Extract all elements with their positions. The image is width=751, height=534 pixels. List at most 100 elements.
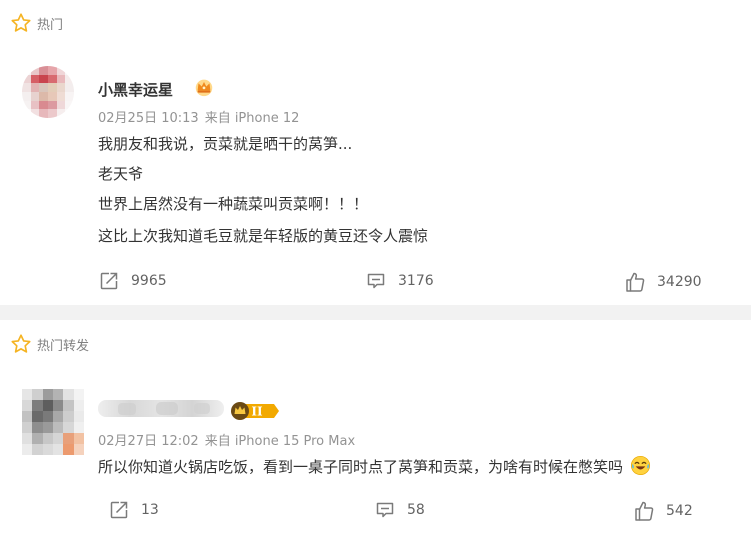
mosaic-tile bbox=[32, 422, 43, 433]
mosaic-tile bbox=[32, 389, 43, 400]
mosaic-tile bbox=[52, 433, 64, 444]
star-icon bbox=[11, 13, 31, 32]
mosaic-tile bbox=[56, 74, 66, 84]
comment-text-line-1: 我朋友和我说，贡菜就是晒干的莴笋... bbox=[98, 135, 353, 153]
repost-count: 9965 bbox=[131, 273, 167, 289]
comment-text: 所以你知道火锅店吃饭，看到一桌子同时点了莴笋和贡菜，为啥有时候在憋笑吗 bbox=[98, 455, 651, 477]
mosaic-tile bbox=[52, 411, 64, 422]
mosaic-tile bbox=[32, 444, 43, 455]
mosaic-tile bbox=[30, 100, 40, 110]
mosaic-tile bbox=[22, 444, 33, 455]
mosaic-tile bbox=[22, 92, 31, 101]
mosaic-tile bbox=[56, 100, 66, 110]
comment-meta: 02月27日 12:02 来自 iPhone 15 Pro Max bbox=[98, 430, 355, 449]
mosaic-tile bbox=[56, 83, 66, 92]
mosaic-tile bbox=[30, 66, 40, 75]
username-redacted[interactable] bbox=[98, 397, 224, 419]
star-icon bbox=[11, 334, 31, 353]
like-icon bbox=[626, 272, 645, 292]
mosaic-tile bbox=[22, 422, 33, 433]
mosaic-tile bbox=[22, 389, 33, 400]
section-header-hot-repost: 热门转发 bbox=[10, 333, 89, 355]
mosaic-tile bbox=[63, 433, 74, 444]
comment-source: 来自 iPhone 15 Pro Max bbox=[204, 434, 356, 449]
avatar[interactable] bbox=[22, 389, 84, 455]
mosaic-tile bbox=[39, 83, 48, 92]
mosaic-tile bbox=[65, 109, 74, 118]
mosaic-tile bbox=[22, 74, 31, 84]
mosaic-tile bbox=[42, 433, 53, 444]
mosaic-tile bbox=[65, 83, 74, 92]
mosaic-tile bbox=[22, 411, 33, 422]
comment-text-line-4: 这比上次我知道毛豆就是年轻版的黄豆还令人震惊 bbox=[98, 227, 429, 245]
comment-button[interactable]: 58 bbox=[375, 500, 425, 520]
mosaic-tile bbox=[63, 422, 74, 433]
mosaic-tile bbox=[48, 100, 57, 110]
mosaic-tile bbox=[65, 100, 74, 110]
comment-count: 3176 bbox=[398, 273, 434, 289]
repost-button[interactable]: 9965 bbox=[99, 271, 167, 291]
mosaic-tile bbox=[48, 74, 57, 84]
mosaic-tile bbox=[30, 74, 40, 84]
username[interactable]: 小黑幸运星 bbox=[98, 79, 173, 100]
comment-date[interactable]: 02月27日 12:02 bbox=[98, 434, 199, 449]
mosaic-tile bbox=[63, 411, 74, 422]
crown-badge-icon bbox=[195, 79, 213, 97]
mosaic-tile bbox=[63, 400, 74, 411]
mosaic-tile bbox=[22, 100, 31, 110]
comment-icon bbox=[367, 273, 385, 289]
repost-count: 13 bbox=[141, 502, 159, 518]
mosaic-tile bbox=[65, 66, 74, 75]
avatar[interactable] bbox=[22, 66, 74, 118]
member-badge[interactable]: II bbox=[230, 401, 280, 421]
mosaic-tile bbox=[22, 66, 31, 75]
mosaic-tile bbox=[39, 74, 48, 84]
mosaic-tile bbox=[32, 433, 43, 444]
mosaic-tile bbox=[32, 411, 43, 422]
mosaic-tile bbox=[42, 444, 53, 455]
like-button[interactable]: 542 bbox=[634, 500, 693, 522]
mosaic-tile bbox=[52, 422, 64, 433]
mosaic-tile bbox=[30, 92, 40, 101]
badge-level: II bbox=[251, 405, 263, 419]
mosaic-tile bbox=[39, 66, 48, 75]
repost-icon bbox=[110, 501, 128, 519]
comment-count: 58 bbox=[407, 502, 425, 518]
comment-source: 来自 iPhone 12 bbox=[204, 111, 300, 126]
mosaic-tile bbox=[42, 389, 53, 400]
mosaic-tile bbox=[73, 444, 84, 455]
repost-button[interactable]: 13 bbox=[109, 500, 159, 520]
mosaic-tile bbox=[65, 74, 74, 84]
like-button[interactable]: 34290 bbox=[625, 271, 702, 293]
mosaic-tile bbox=[63, 444, 74, 455]
mosaic-tile bbox=[73, 389, 84, 400]
comment-card-1: 热门 小黑幸运星 02月25日 10:13 来自 iPhone 12 我朋友和我说… bbox=[0, 0, 751, 305]
like-count: 34290 bbox=[657, 274, 702, 290]
mosaic-tile bbox=[30, 109, 40, 118]
comment-text-line-3: 世界上居然没有一种蔬菜叫贡菜啊！！！ bbox=[98, 195, 369, 213]
mosaic-tile bbox=[22, 83, 31, 92]
mosaic-tile bbox=[48, 66, 57, 75]
mosaic-tile bbox=[30, 83, 40, 92]
mosaic-tile bbox=[56, 109, 66, 118]
comment-icon bbox=[376, 502, 394, 518]
section-header-hot: 热门 bbox=[10, 12, 63, 34]
mosaic-tile bbox=[52, 444, 64, 455]
mosaic-tile bbox=[63, 389, 74, 400]
mosaic-tile bbox=[73, 400, 84, 411]
mosaic-tile bbox=[39, 100, 48, 110]
repost-icon bbox=[100, 272, 118, 290]
comment-text-line-2: 老天爷 bbox=[98, 165, 144, 183]
comment-button[interactable]: 3176 bbox=[366, 271, 434, 291]
mosaic-tile bbox=[42, 400, 53, 411]
mosaic-tile bbox=[48, 92, 57, 101]
comment-text-content: 所以你知道火锅店吃饭，看到一桌子同时点了莴笋和贡菜，为啥有时候在憋笑吗 bbox=[98, 458, 624, 476]
mosaic-tile bbox=[52, 400, 64, 411]
laughing-tears-emoji bbox=[630, 455, 650, 476]
like-icon bbox=[635, 501, 654, 521]
mosaic-tile bbox=[65, 92, 74, 101]
mosaic-tile bbox=[73, 411, 84, 422]
comment-date[interactable]: 02月25日 10:13 bbox=[98, 111, 199, 126]
mosaic-tile bbox=[73, 433, 84, 444]
mosaic-tile bbox=[48, 109, 57, 118]
